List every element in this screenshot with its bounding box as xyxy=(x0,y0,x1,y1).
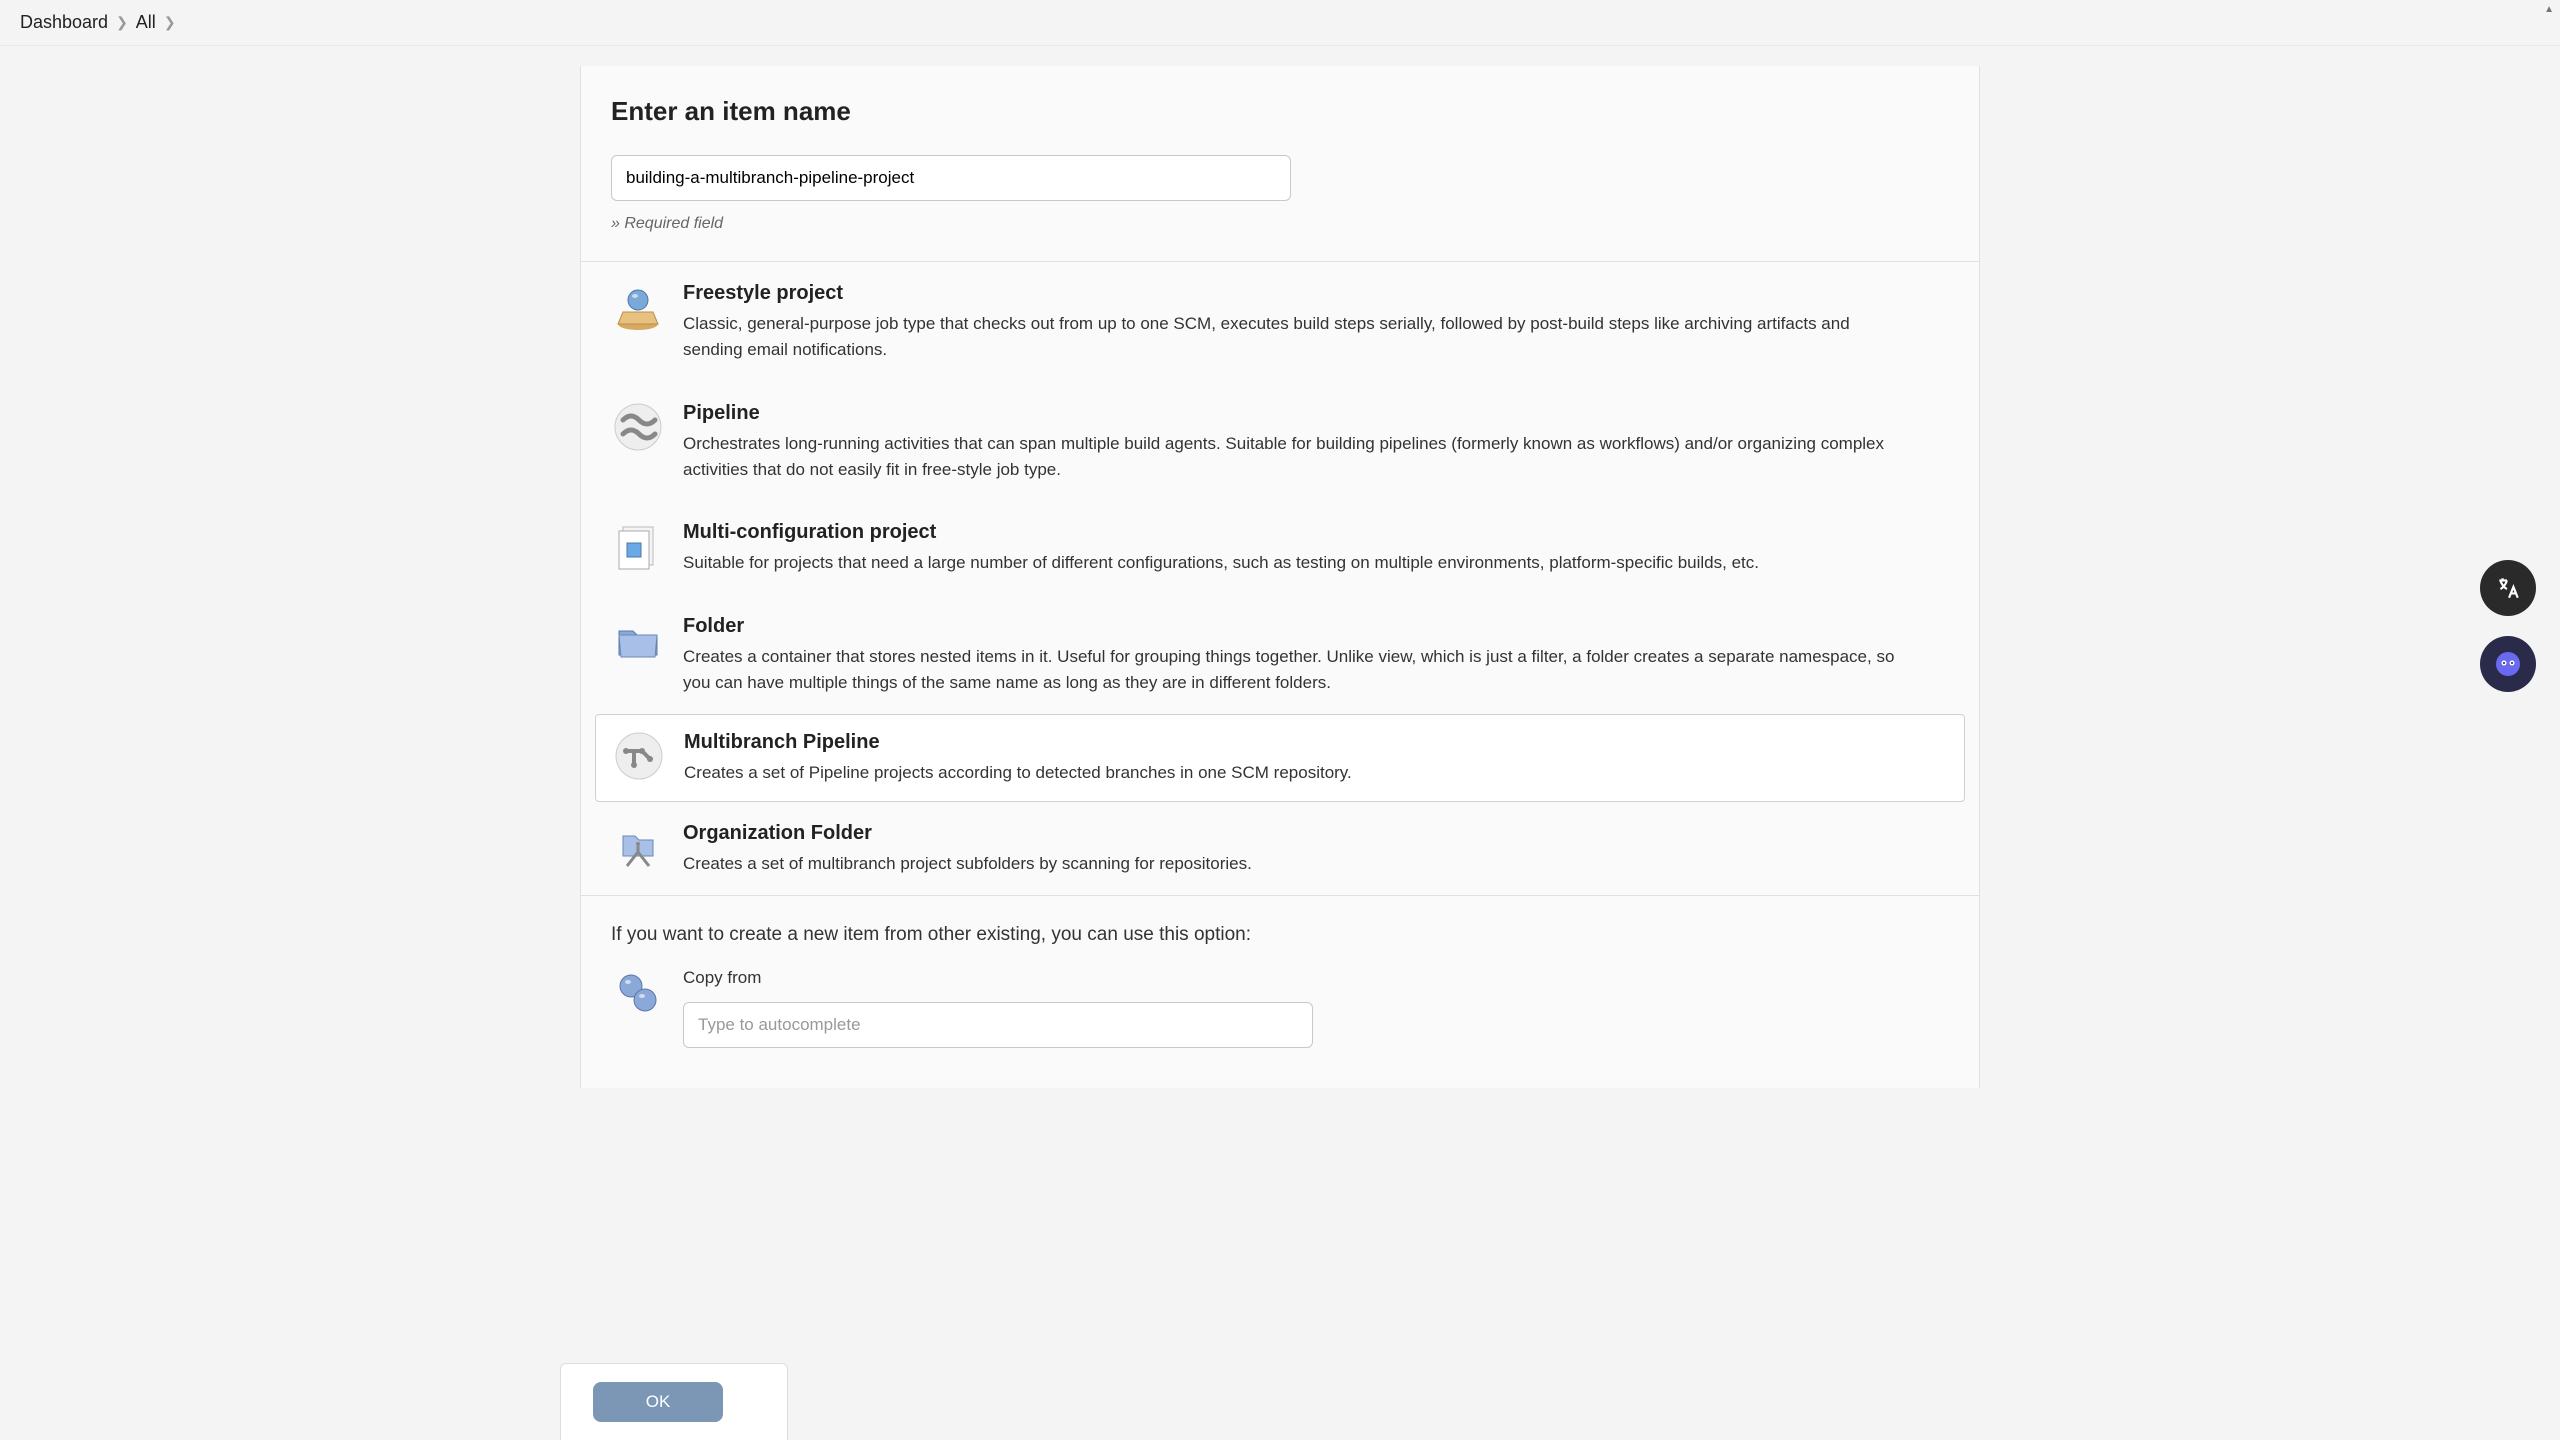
org-folder-icon xyxy=(611,820,665,874)
item-type-list: Freestyle project Classic, general-purpo… xyxy=(581,262,1979,895)
option-organization-folder[interactable]: Organization Folder Creates a set of mul… xyxy=(581,802,1979,895)
translate-button[interactable] xyxy=(2480,560,2536,616)
folder-icon xyxy=(611,613,665,667)
option-description: Suitable for projects that need a large … xyxy=(683,550,1913,576)
multiconfig-icon xyxy=(611,519,665,573)
breadcrumb-item-dashboard[interactable]: Dashboard xyxy=(20,12,108,33)
copy-from-input[interactable] xyxy=(683,1002,1313,1048)
option-multi-configuration-project[interactable]: Multi-configuration project Suitable for… xyxy=(581,501,1979,594)
option-description: Classic, general-purpose job type that c… xyxy=(683,311,1913,364)
required-field-hint: » Required field xyxy=(611,215,1949,233)
page-title: Enter an item name xyxy=(611,96,1949,127)
option-description: Creates a set of multibranch project sub… xyxy=(683,851,1913,877)
freestyle-icon xyxy=(611,280,665,334)
option-description: Orchestrates long-running activities tha… xyxy=(683,431,1913,484)
bot-face-icon xyxy=(2494,650,2522,678)
option-description: Creates a container that stores nested i… xyxy=(683,644,1913,697)
option-title: Multi-configuration project xyxy=(683,521,1949,544)
breadcrumb: Dashboard ❯ All ❯ xyxy=(0,0,2560,46)
copy-from-label: Copy from xyxy=(683,968,1313,988)
chevron-right-icon: ❯ xyxy=(116,14,128,31)
scroll-up-indicator[interactable]: ▲ xyxy=(2544,4,2554,15)
assistant-button[interactable] xyxy=(2480,636,2536,692)
copy-from-section: If you want to create a new item from ot… xyxy=(581,895,1979,1088)
ok-button[interactable]: OK xyxy=(593,1382,723,1422)
option-title: Organization Folder xyxy=(683,822,1949,845)
option-title: Freestyle project xyxy=(683,282,1949,305)
option-folder[interactable]: Folder Creates a container that stores n… xyxy=(581,595,1979,715)
translate-icon xyxy=(2495,575,2521,601)
option-title: Folder xyxy=(683,615,1949,638)
item-name-section: Enter an item name » Required field xyxy=(581,66,1979,262)
option-description: Creates a set of Pipeline projects accor… xyxy=(684,760,1914,786)
option-freestyle-project[interactable]: Freestyle project Classic, general-purpo… xyxy=(581,262,1979,382)
new-item-panel: Enter an item name » Required field Free… xyxy=(580,66,1980,1088)
option-pipeline[interactable]: Pipeline Orchestrates long-running activ… xyxy=(581,382,1979,502)
copy-icon xyxy=(611,966,665,1020)
footer-bar: OK xyxy=(560,1363,788,1440)
option-title: Pipeline xyxy=(683,402,1949,425)
option-multibranch-pipeline[interactable]: Multibranch Pipeline Creates a set of Pi… xyxy=(595,714,1965,801)
pipeline-icon xyxy=(611,400,665,454)
multibranch-icon xyxy=(612,729,666,783)
item-name-input[interactable] xyxy=(611,155,1291,201)
chevron-right-icon: ❯ xyxy=(164,14,176,31)
copy-from-hint: If you want to create a new item from ot… xyxy=(611,924,1949,946)
option-title: Multibranch Pipeline xyxy=(684,731,1948,754)
breadcrumb-item-all[interactable]: All xyxy=(136,12,156,33)
